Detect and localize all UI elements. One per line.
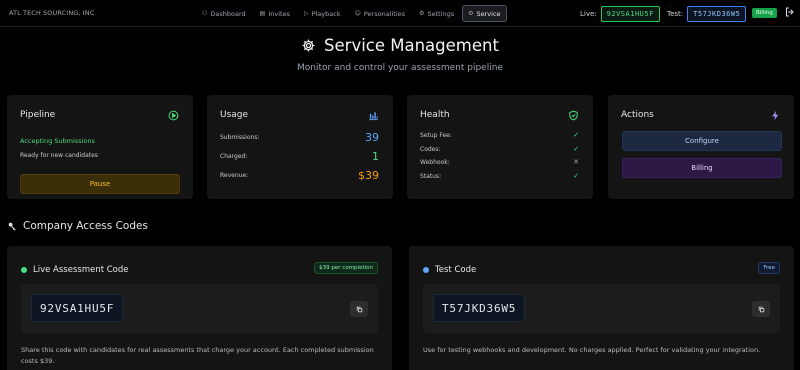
playback-icon: ▷ — [303, 10, 309, 17]
usage-card: Usage Submissions: 39 Charged: 1 Revenue… — [207, 95, 393, 199]
free-tag: Free — [758, 262, 780, 274]
test-code-indicator: Test: T57JKD36W5 — [667, 6, 747, 22]
lightning-icon — [772, 110, 779, 121]
company-name: ATL TECH SOURCING, INC — [9, 9, 95, 17]
personalities-icon: ☺ — [354, 10, 361, 17]
tab-label: Settings — [427, 9, 455, 18]
card-title: Live Assessment Code — [33, 265, 129, 275]
tab-label: Invites — [268, 9, 290, 18]
section-title: Company Access Codes — [23, 220, 148, 232]
invites-icon: ▤ — [259, 10, 266, 17]
test-status-dot — [423, 267, 429, 273]
main-nav: ⚇ Dashboard ▤ Invites ▷ Playback ☺ Perso… — [196, 5, 507, 22]
usage-row-label: Charged: — [220, 153, 248, 160]
copy-icon — [356, 306, 362, 312]
service-icon: ⚙ — [468, 10, 474, 17]
test-access-code[interactable]: T57JKD36W5 — [433, 294, 526, 322]
gear-icon — [302, 39, 315, 52]
health-row-label: Codes: — [420, 146, 441, 153]
health-card: Health Setup Fee: ✓ Codes: ✓ Webhook: ✕ … — [407, 95, 593, 199]
shield-check-icon — [569, 110, 578, 121]
tab-label: Service — [476, 9, 501, 18]
copy-button[interactable] — [752, 301, 770, 317]
tab-label: Personalities — [363, 9, 406, 18]
billing-button[interactable]: Billing — [622, 158, 782, 178]
top-bar: ATL TECH SOURCING, INC ⚇ Dashboard ▤ Inv… — [0, 0, 800, 27]
health-row-label: Status: — [420, 173, 442, 180]
code-box: 92VSA1HU5F — [21, 284, 378, 333]
live-code-description: Share this code with candidates for real… — [21, 346, 374, 365]
test-code-title: Test Code — [423, 265, 476, 275]
configure-button[interactable]: Configure — [622, 131, 782, 151]
usage-row-label: Submissions: — [220, 134, 260, 141]
live-access-code[interactable]: 92VSA1HU5F — [31, 294, 124, 322]
price-tag: $39 per completion — [314, 262, 378, 274]
key-icon — [8, 222, 16, 230]
test-code-description: Use for testing webhooks and development… — [423, 346, 761, 354]
test-label: Test: — [667, 10, 684, 18]
card-title: Test Code — [435, 265, 477, 275]
health-row-label: Setup Fee: — [420, 132, 452, 139]
billing-status-badge: Billing — [752, 8, 777, 18]
cross-icon: ✕ — [573, 158, 579, 166]
submissions-value: 39 — [365, 131, 379, 144]
tab-service[interactable]: ⚙ Service — [462, 5, 507, 22]
live-code-card: Live Assessment Code $39 per completion … — [7, 246, 392, 370]
pause-button[interactable]: Pause — [20, 174, 180, 194]
check-icon: ✓ — [573, 131, 579, 139]
actions-card: Actions Configure Billing — [608, 95, 794, 199]
pipeline-status: Accepting Submissions — [20, 137, 95, 145]
tab-invites[interactable]: ▤ Invites — [254, 5, 296, 22]
revenue-value: $39 — [358, 169, 379, 182]
charged-value: 1 — [372, 150, 379, 163]
play-circle-icon — [168, 110, 179, 121]
card-title: Usage — [220, 110, 249, 120]
section-heading: Company Access Codes — [8, 220, 148, 232]
copy-icon — [758, 306, 764, 312]
tab-playback[interactable]: ▷ Playback — [298, 5, 347, 22]
check-icon: ✓ — [573, 172, 579, 180]
page-subtitle: Monitor and control your assessment pipe… — [297, 63, 503, 73]
live-code-indicator: Live: 92VSA1HU5F — [580, 6, 660, 22]
tab-dashboard[interactable]: ⚇ Dashboard — [196, 5, 252, 22]
dashboard-icon: ⚇ — [202, 10, 208, 17]
settings-icon: ⚙ — [419, 10, 425, 17]
test-code-chip[interactable]: T57JKD36W5 — [687, 6, 747, 22]
tab-label: Dashboard — [210, 9, 246, 18]
test-code-card: Test Code Free T57JKD36W5 Use for testin… — [409, 246, 794, 370]
tab-personalities[interactable]: ☺ Personalities — [349, 5, 411, 22]
card-title: Health — [420, 110, 450, 120]
live-label: Live: — [580, 10, 597, 18]
pipeline-substatus: Ready for new candidates — [20, 152, 98, 159]
card-title: Pipeline — [20, 110, 56, 120]
live-code-title: Live Assessment Code — [21, 265, 129, 275]
logout-icon[interactable] — [784, 6, 796, 18]
bar-chart-icon — [369, 112, 378, 121]
check-icon: ✓ — [573, 145, 579, 153]
usage-row-label: Revenue: — [220, 172, 249, 179]
page-title: Service Management — [0, 36, 800, 55]
code-box: T57JKD36W5 — [423, 284, 780, 333]
tab-label: Playback — [311, 9, 341, 18]
live-code-chip[interactable]: 92VSA1HU5F — [600, 6, 660, 22]
health-row-label: Webhook: — [420, 159, 450, 166]
tab-settings[interactable]: ⚙ Settings — [413, 5, 460, 22]
page-title-text: Service Management — [324, 36, 499, 55]
pipeline-card: Pipeline Accepting Submissions Ready for… — [7, 95, 193, 199]
live-status-dot — [21, 267, 27, 273]
copy-button[interactable] — [350, 301, 368, 317]
card-title: Actions — [621, 110, 654, 120]
